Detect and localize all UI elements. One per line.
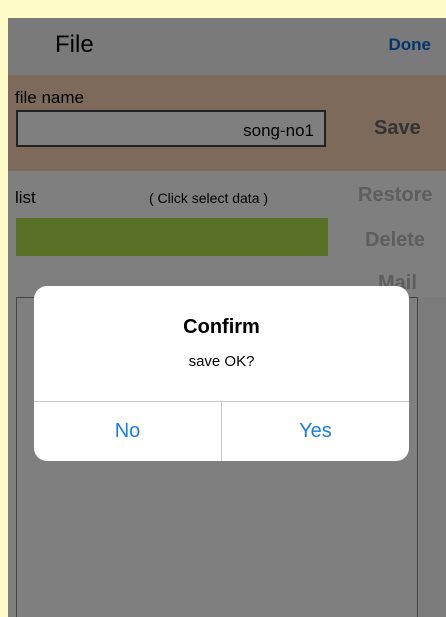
dialog-title: Confirm bbox=[183, 316, 260, 338]
yes-button[interactable]: Yes bbox=[222, 402, 409, 461]
no-button[interactable]: No bbox=[34, 402, 221, 461]
dialog-message: save OK? bbox=[188, 353, 255, 370]
confirm-dialog: Confirm save OK? No Yes bbox=[34, 286, 409, 461]
